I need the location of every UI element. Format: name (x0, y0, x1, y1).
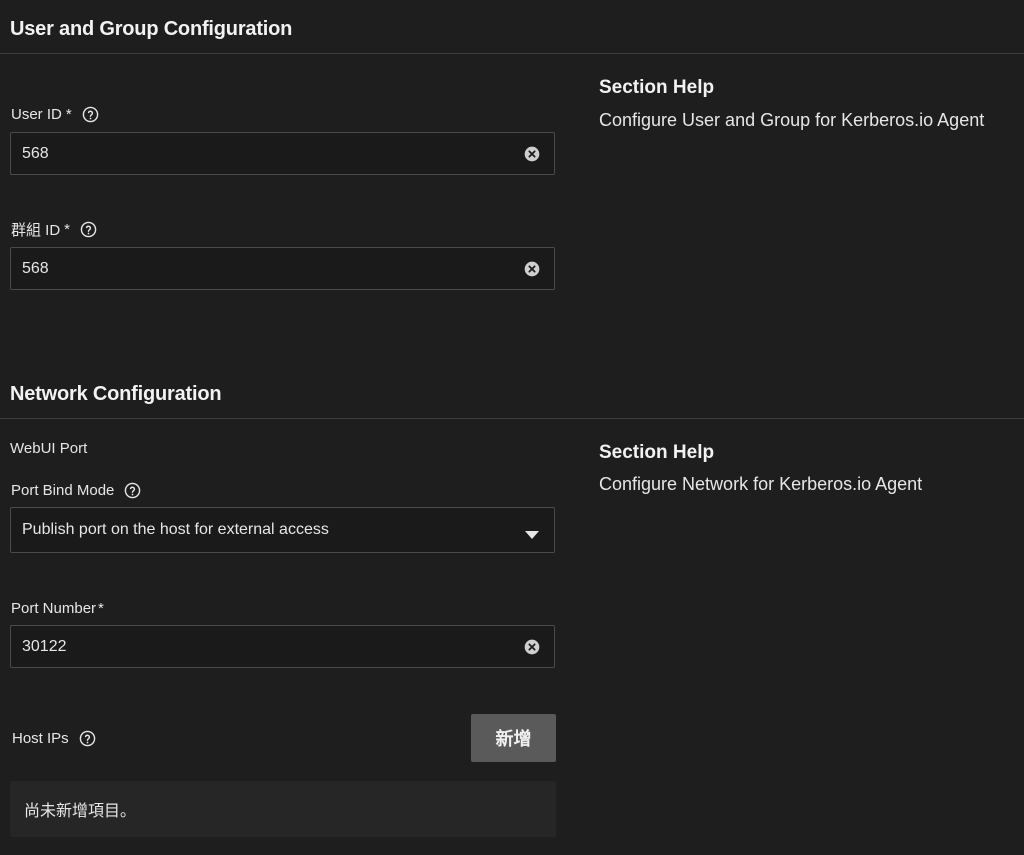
host-ips-label: Host IPs (12, 728, 96, 748)
app-form-page: User and Group Configuration Section Hel… (0, 0, 1024, 855)
section-help-title: Section Help (599, 442, 715, 463)
section-title-user-group: User and Group Configuration (10, 18, 293, 40)
section-divider (0, 53, 1024, 54)
user-id-input-box (10, 132, 555, 175)
required-mark: * (65, 105, 72, 123)
port-bind-mode-label: Port Bind Mode (11, 480, 141, 500)
required-mark: * (64, 220, 71, 238)
port-bind-mode-selected: Publish port on the host for external ac… (22, 521, 329, 538)
add-host-ip-button[interactable]: 新增 (471, 714, 556, 762)
section-help-text: Configure Network for Kerberos.io Agent (599, 474, 923, 494)
section-divider (0, 418, 1024, 419)
help-circle-icon[interactable] (124, 482, 141, 499)
caret-down-icon[interactable] (525, 526, 539, 539)
close-circle-icon[interactable] (524, 261, 540, 277)
section-help-text: Configure User and Group for Kerberos.io… (599, 110, 985, 130)
help-circle-icon[interactable] (82, 106, 99, 123)
webui-port-label: WebUI Port (10, 440, 88, 457)
group-id-input[interactable] (22, 248, 502, 289)
group-id-input-box (10, 247, 555, 290)
user-id-label-text: User ID (11, 105, 62, 123)
group-id-label-text: 群組 ID (11, 221, 61, 239)
close-circle-icon[interactable] (524, 146, 540, 162)
section-title-network: Network Configuration (10, 383, 222, 405)
port-number-label: Port Number * (11, 598, 104, 618)
port-bind-mode-select[interactable]: Publish port on the host for external ac… (10, 507, 555, 553)
port-number-input-box (10, 625, 555, 668)
close-circle-icon[interactable] (524, 639, 540, 655)
section-help-title: Section Help (599, 77, 715, 98)
port-number-label-text: Port Number (11, 599, 97, 617)
user-id-label: User ID * (11, 104, 99, 124)
host-ips-label-text: Host IPs (12, 729, 69, 747)
required-mark: * (98, 599, 104, 617)
port-bind-mode-label-text: Port Bind Mode (11, 481, 115, 499)
host-ips-empty-list: 尚未新增項目。 (10, 781, 556, 837)
help-circle-icon[interactable] (79, 730, 96, 747)
group-id-label: 群組 ID * (11, 219, 97, 239)
user-id-input[interactable] (22, 133, 502, 174)
empty-list-text: 尚未新增項目。 (24, 803, 137, 820)
port-number-input[interactable] (22, 626, 502, 667)
help-circle-icon[interactable] (80, 221, 97, 238)
